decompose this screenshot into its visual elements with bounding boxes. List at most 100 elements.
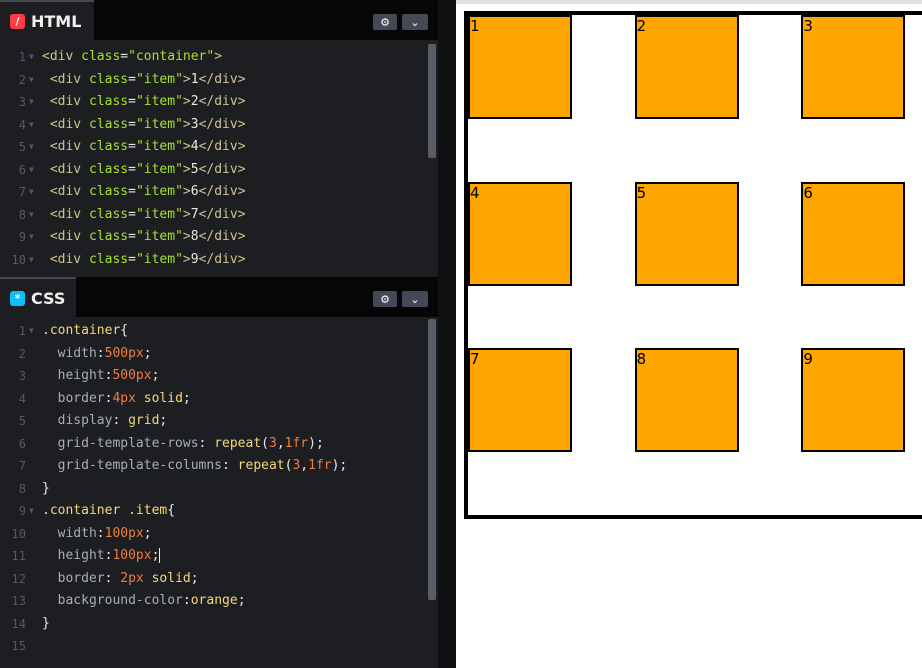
- css-code-editor[interactable]: 1 ▼ .container{2 width:500px; 3 height:500p…: [0, 317, 438, 668]
- code-text: <div class="item">7</div>: [42, 206, 246, 222]
- code-line[interactable]: 5 display: grid;: [0, 410, 438, 432]
- fold-arrow-icon[interactable]: ▼: [29, 114, 34, 136]
- code-line[interactable]: 1 ▼ .container{: [0, 320, 438, 342]
- line-number: 14: [11, 616, 26, 631]
- html-settings-button[interactable]: ⚙: [373, 14, 397, 30]
- code-text: .container .item{: [42, 503, 176, 518]
- fold-arrow-icon[interactable]: ▼: [29, 159, 34, 181]
- fold-arrow-icon[interactable]: ▼: [29, 69, 34, 91]
- fold-arrow-icon[interactable]: ▼: [29, 249, 34, 271]
- panel-resizer[interactable]: [438, 0, 456, 668]
- editor-column: / HTML ⚙ ⌄ 1 ▼ <div class="container"> 2 ▼ <…: [0, 0, 438, 668]
- code-line[interactable]: 2 width:500px;: [0, 343, 438, 365]
- code-text: <div class="item">5</div>: [42, 161, 246, 177]
- line-number: 3: [18, 95, 26, 109]
- line-number: 15: [11, 639, 26, 653]
- html-scrollbar[interactable]: [428, 44, 436, 158]
- css-asterisk-icon: *: [10, 290, 25, 306]
- code-text: <div class="item">2</div>: [42, 94, 246, 109]
- code-text: <div class="item">1</div>: [42, 71, 246, 87]
- fold-arrow-icon[interactable]: ▼: [29, 91, 34, 113]
- code-text: }: [42, 615, 50, 631]
- code-line[interactable]: 15: [0, 635, 438, 657]
- code-line[interactable]: 1 ▼ <div class="container">: [0, 46, 438, 68]
- code-line[interactable]: 13 background-color:orange;: [0, 590, 438, 612]
- preview-top-border: [456, 0, 922, 4]
- code-line[interactable]: 3 ▼ <div class="item">2</div>: [0, 91, 438, 113]
- code-text: background-color:orange;: [42, 593, 246, 608]
- css-scrollbar[interactable]: [428, 319, 436, 600]
- fold-arrow-icon[interactable]: ▼: [29, 320, 34, 342]
- line-number: 10: [11, 526, 26, 541]
- line-number: 1: [18, 50, 26, 64]
- code-text: <div class="item">6</div>: [42, 184, 246, 199]
- html-collapse-button[interactable]: ⌄: [402, 14, 428, 30]
- code-line[interactable]: 10 ▼ <div class="item">9</div>: [0, 249, 438, 271]
- code-line[interactable]: 4 border:4px solid;: [0, 388, 438, 410]
- html-code-editor[interactable]: 1 ▼ <div class="container"> 2 ▼ <div class="…: [0, 40, 438, 276]
- fold-arrow-icon[interactable]: ▼: [29, 204, 34, 226]
- html-panel-header: / HTML ⚙ ⌄: [0, 0, 438, 40]
- line-number: 8: [18, 481, 26, 496]
- code-text: grid-template-columns: repeat(3,1fr);: [42, 458, 348, 473]
- grid-item: 5: [634, 181, 739, 286]
- code-line[interactable]: 3 height:500px;: [0, 365, 438, 387]
- code-text: height:500px;: [42, 368, 160, 383]
- code-text: border:4px solid;: [42, 390, 191, 406]
- code-text: <div class="item">9</div>: [42, 251, 246, 267]
- code-line[interactable]: 2 ▼ <div class="item">1</div>: [0, 69, 438, 91]
- grid-container: 123 456 789: [464, 11, 922, 519]
- line-number: 9: [18, 230, 26, 244]
- fold-arrow-icon[interactable]: ▼: [29, 181, 34, 203]
- css-collapse-button[interactable]: ⌄: [402, 291, 428, 307]
- tab-css[interactable]: * CSS: [0, 277, 76, 317]
- result-preview: 123 456 789: [456, 0, 922, 668]
- code-line[interactable]: 9 ▼ <div class="item">8</div>: [0, 226, 438, 248]
- line-number: 7: [18, 459, 26, 473]
- code-line[interactable]: 14}: [0, 613, 438, 635]
- code-line[interactable]: 7 grid-template-columns: repeat(3,1fr);: [0, 455, 438, 477]
- line-number: 6: [18, 436, 26, 451]
- tab-html[interactable]: / HTML: [0, 0, 94, 40]
- code-line[interactable]: 12 border: 2px solid;: [0, 568, 438, 590]
- code-line[interactable]: 7 ▼ <div class="item">6</div>: [0, 181, 438, 203]
- code-line[interactable]: 6 grid-template-rows: repeat(3,1fr);: [0, 433, 438, 455]
- code-text: <div class="item">8</div>: [42, 229, 246, 244]
- line-number: 4: [18, 117, 26, 132]
- fold-arrow-icon[interactable]: ▼: [29, 136, 34, 158]
- line-number: 7: [18, 185, 26, 199]
- code-line[interactable]: 8 ▼ <div class="item">7</div>: [0, 204, 438, 226]
- line-number: 5: [18, 414, 26, 428]
- grid-item: 4: [468, 181, 572, 286]
- tab-css-label: CSS: [31, 288, 66, 308]
- line-number: 13: [11, 594, 26, 608]
- code-line[interactable]: 10 width:100px;: [0, 523, 438, 545]
- grid-item: 8: [634, 348, 739, 453]
- code-line[interactable]: 6 ▼ <div class="item">5</div>: [0, 159, 438, 181]
- code-text: width:100px;: [42, 525, 152, 541]
- code-line[interactable]: 9 ▼ .container .item{: [0, 500, 438, 522]
- line-number: 5: [18, 140, 26, 154]
- code-text: <div class="item">4</div>: [42, 139, 246, 154]
- code-text: width:500px;: [42, 345, 152, 361]
- grid-item: 9: [801, 348, 906, 453]
- grid-item: 3: [801, 15, 906, 119]
- line-number: 8: [18, 207, 26, 222]
- line-number: 4: [18, 391, 26, 406]
- code-line[interactable]: 8}: [0, 478, 438, 500]
- fold-arrow-icon[interactable]: ▼: [29, 46, 34, 68]
- line-number: 6: [18, 162, 26, 177]
- fold-arrow-icon[interactable]: ▼: [29, 226, 34, 248]
- code-text: <div class="item">3</div>: [42, 116, 246, 132]
- code-line[interactable]: 11 height:100px;: [0, 545, 438, 567]
- grid-item: 1: [468, 15, 572, 119]
- line-number: 11: [11, 549, 26, 563]
- fold-arrow-icon[interactable]: ▼: [29, 500, 34, 522]
- css-settings-button[interactable]: ⚙: [373, 291, 397, 307]
- code-line[interactable]: 5 ▼ <div class="item">4</div>: [0, 136, 438, 158]
- code-line[interactable]: 4 ▼ <div class="item">3</div>: [0, 114, 438, 136]
- line-number: 10: [11, 252, 26, 267]
- grid-item: 2: [634, 15, 739, 119]
- line-number: 3: [18, 369, 26, 383]
- gear-icon: ⚙: [380, 15, 390, 29]
